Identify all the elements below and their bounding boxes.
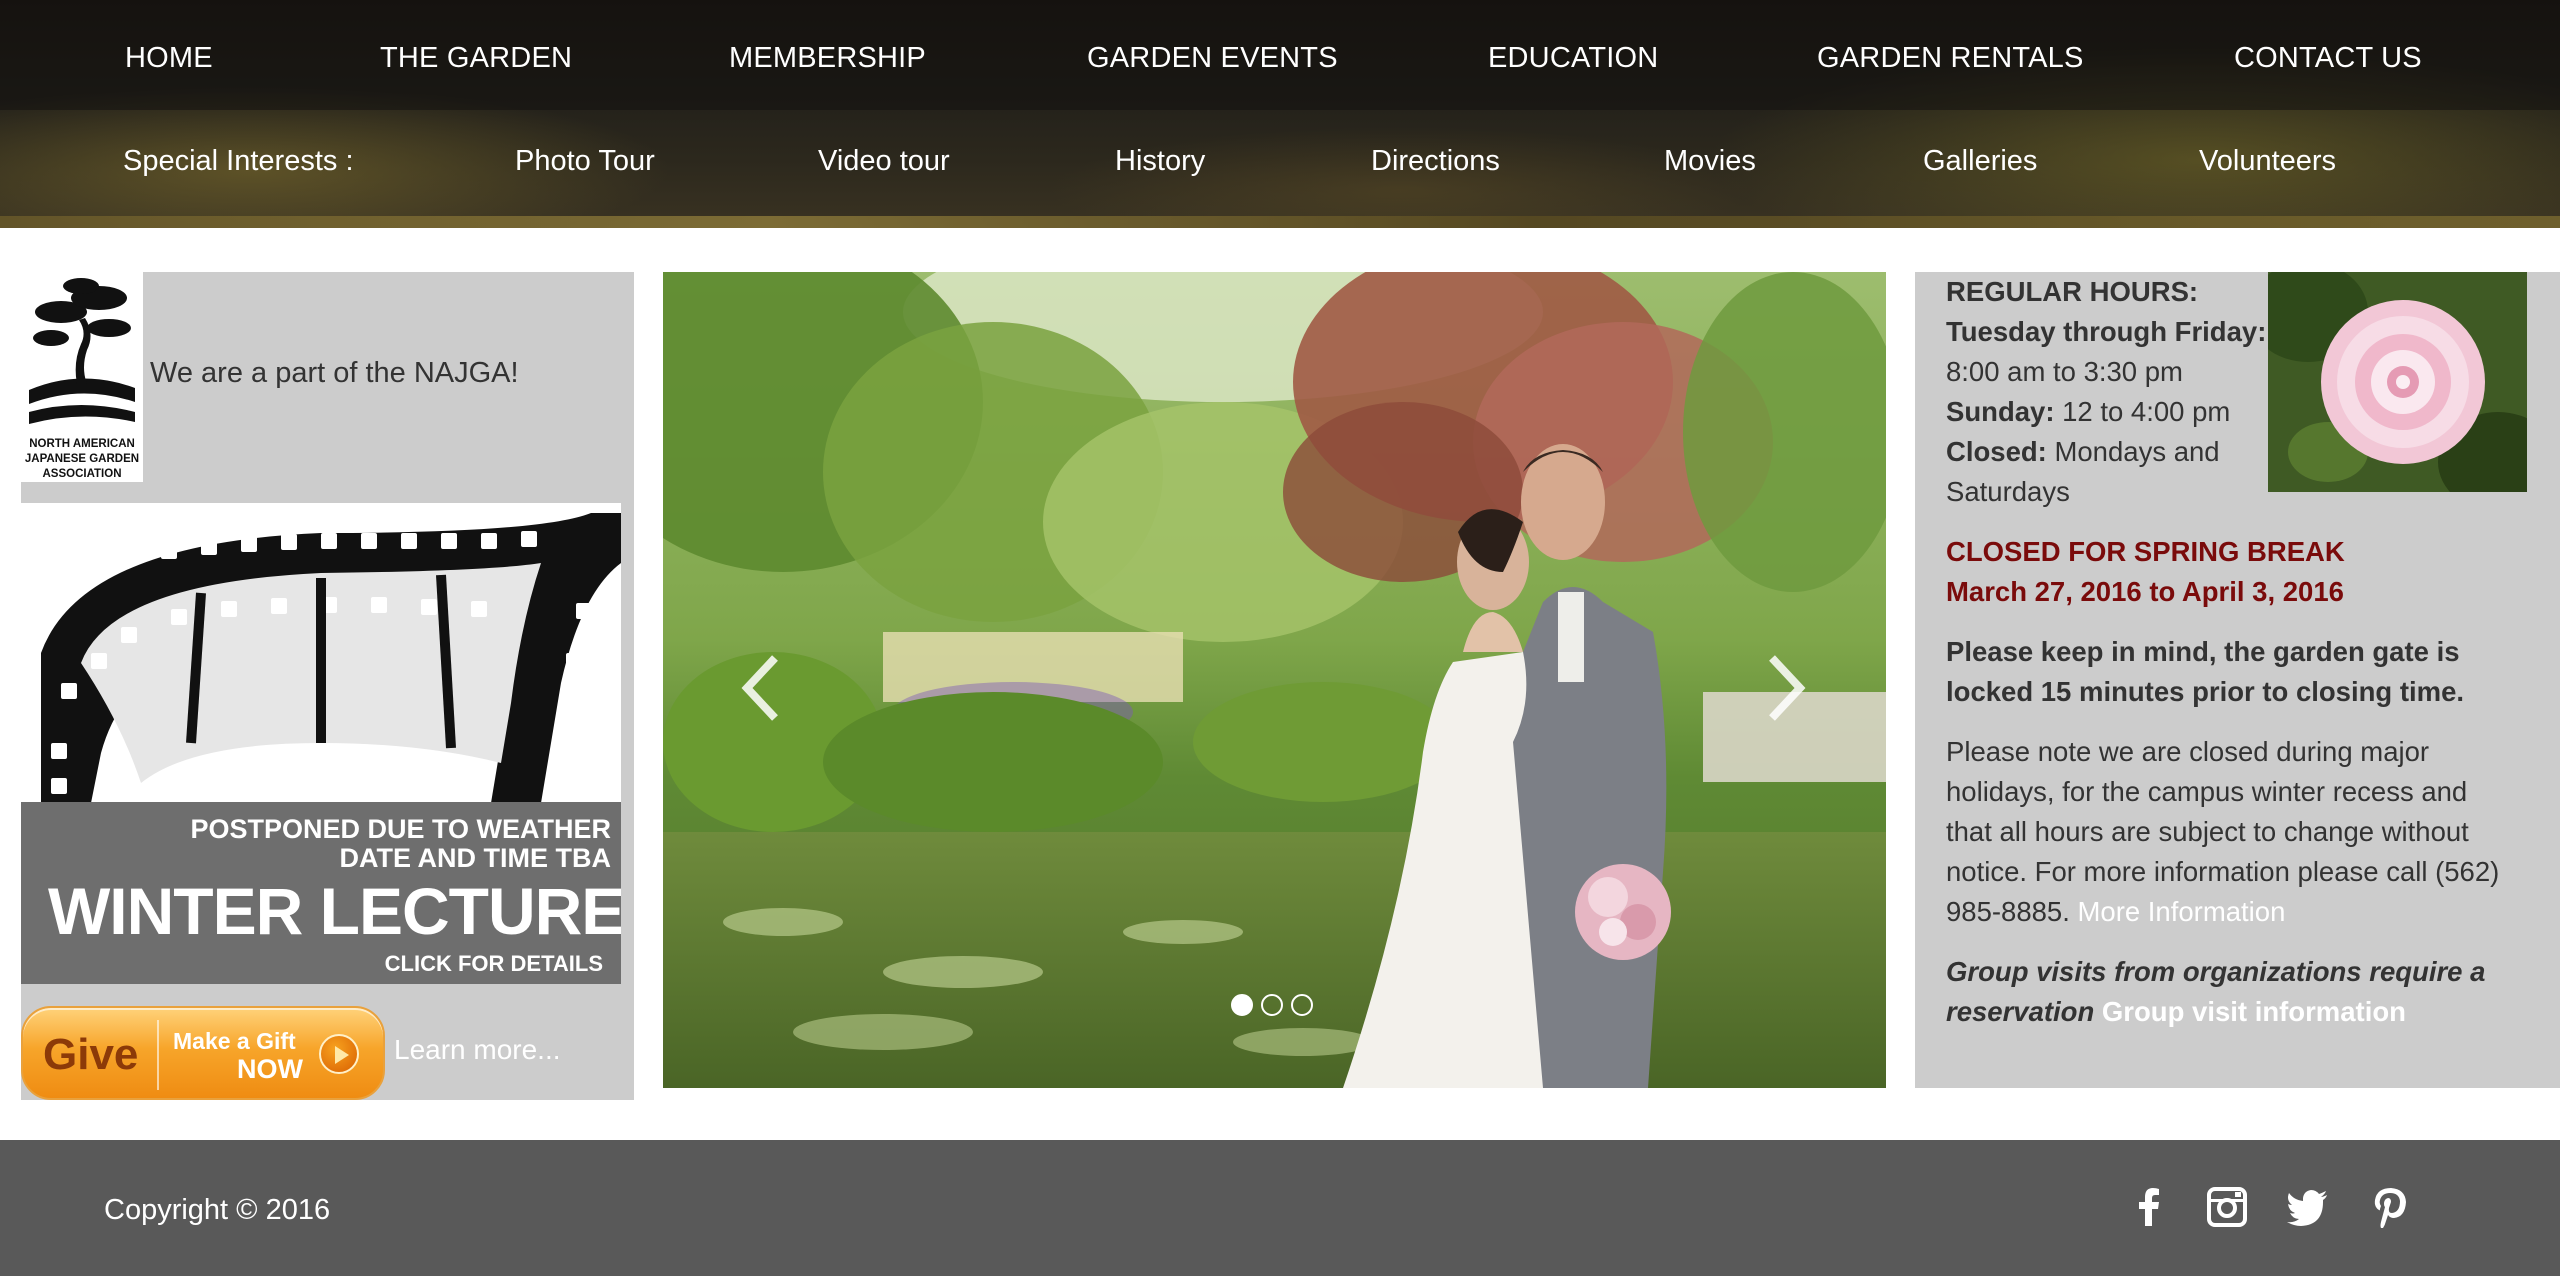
bonsai-tree-icon <box>29 278 135 424</box>
play-arrow-icon <box>319 1034 359 1074</box>
give-label: Give <box>43 1030 139 1079</box>
subnav-photo-tour[interactable]: Photo Tour <box>515 145 655 178</box>
instagram-icon <box>2207 1187 2247 1227</box>
subnav-volunteers[interactable]: Volunteers <box>2199 145 2336 178</box>
facebook-icon <box>2139 1188 2159 1226</box>
more-information-link[interactable]: More Information <box>2070 896 2285 927</box>
pinterest-link[interactable] <box>2367 1184 2413 1230</box>
weekday-label: Tuesday through Friday: <box>1946 316 2267 347</box>
lecture-details-link[interactable]: CLICK FOR DETAILS <box>385 951 603 977</box>
nav-membership[interactable]: MEMBERSHIP <box>729 42 926 75</box>
spring-break-dates: March 27, 2016 to April 3, 2016 <box>1946 576 2344 607</box>
give-gift-button[interactable]: Give Make a Gift NOW <box>21 1006 385 1100</box>
image-carousel[interactable] <box>663 272 1886 1088</box>
nav-garden-events[interactable]: GARDEN EVENTS <box>1087 42 1338 75</box>
nav-contact-us[interactable]: CONTACT US <box>2234 42 2422 75</box>
nav-education[interactable]: EDUCATION <box>1488 42 1658 75</box>
site-header: HOME THE GARDEN MEMBERSHIP GARDEN EVENTS… <box>0 0 2560 228</box>
chevron-right-icon <box>1769 655 1806 721</box>
gate-note-2: locked 15 minutes prior to closing time. <box>1946 676 2465 707</box>
group-visit-link[interactable]: Group visit information <box>2094 996 2406 1027</box>
give-button-divider <box>157 1020 159 1090</box>
subnav-movies[interactable]: Movies <box>1664 145 1756 178</box>
camellia-flower-image <box>2268 272 2527 492</box>
flower-icon <box>2268 272 2527 492</box>
subnav-video-tour[interactable]: Video tour <box>818 145 950 178</box>
winter-lecture-banner[interactable]: POSTPONED DUE TO WEATHER DATE AND TIME T… <box>21 503 621 984</box>
nav-the-garden[interactable]: THE GARDEN <box>380 42 572 75</box>
main-nav: HOME THE GARDEN MEMBERSHIP GARDEN EVENTS… <box>0 0 2560 110</box>
spring-break-title: CLOSED FOR SPRING BREAK <box>1946 536 2345 567</box>
subnav-directions[interactable]: Directions <box>1371 145 1500 178</box>
closed-days: Closed: Mondays and <box>1946 436 2220 467</box>
twitter-icon <box>2287 1190 2327 1226</box>
group-visit-note-2: reservation Group visit information <box>1946 996 2406 1027</box>
facebook-link[interactable] <box>2126 1184 2172 1230</box>
carousel-next-button[interactable] <box>1756 648 1816 728</box>
holiday-note-3: that all hours are subject to change wit… <box>1946 816 2469 847</box>
weekday-hours: 8:00 am to 3:30 pm <box>1946 356 2183 387</box>
pinterest-icon <box>2374 1188 2406 1228</box>
hours-title: REGULAR HOURS: <box>1946 276 2199 307</box>
lecture-date-text: DATE AND TIME TBA <box>339 843 611 873</box>
najga-logo-text: NORTH AMERICAN JAPANESE GARDEN ASSOCIATI… <box>24 438 140 480</box>
holiday-note-1: Please note we are closed during major <box>1946 736 2430 767</box>
najga-membership-text: We are a part of the NAJGA! <box>150 357 519 389</box>
holiday-note-4: notice. For more information please call… <box>1946 856 2500 887</box>
subnav-galleries[interactable]: Galleries <box>1923 145 2037 178</box>
learn-more-link[interactable]: Learn more... <box>394 1034 561 1066</box>
copyright-text: Copyright © 2016 <box>104 1194 331 1226</box>
now-label: NOW <box>237 1054 303 1084</box>
hours-sidebar: REGULAR HOURS: Tuesday through Friday: 8… <box>1915 272 2560 1088</box>
gate-note-1: Please keep in mind, the garden gate is <box>1946 636 2460 667</box>
left-sidebar: NORTH AMERICAN JAPANESE GARDEN ASSOCIATI… <box>21 272 634 1100</box>
najga-logo[interactable]: NORTH AMERICAN JAPANESE GARDEN ASSOCIATI… <box>21 272 143 482</box>
twitter-link[interactable] <box>2285 1184 2331 1230</box>
carousel-dot-2[interactable] <box>1261 994 1283 1016</box>
closed-days-cont: Saturdays <box>1946 476 2070 507</box>
sunday-hours: Sunday: 12 to 4:00 pm <box>1946 396 2231 427</box>
make-gift-label: Make a Gift <box>173 1028 296 1054</box>
carousel-slide-image <box>663 272 1886 1088</box>
nav-home[interactable]: HOME <box>125 42 213 75</box>
lecture-title: WINTER LECTURE <box>48 874 621 948</box>
holiday-note-5: 985-8885. More Information <box>1946 896 2286 927</box>
instagram-link[interactable] <box>2204 1184 2250 1230</box>
group-visit-note-1: Group visits from organizations require … <box>1946 956 2486 987</box>
subnav-history[interactable]: History <box>1115 145 1205 178</box>
chevron-left-icon <box>741 655 778 721</box>
carousel-prev-button[interactable] <box>731 648 791 728</box>
carousel-dot-3[interactable] <box>1291 994 1313 1016</box>
site-footer: Copyright © 2016 <box>0 1140 2560 1276</box>
carousel-dot-1[interactable] <box>1231 994 1253 1016</box>
nav-garden-rentals[interactable]: GARDEN RENTALS <box>1817 42 2084 75</box>
holiday-note-2: holidays, for the campus winter recess a… <box>1946 776 2468 807</box>
special-interests-heading: Special Interests : <box>123 145 354 177</box>
lecture-postponed-text: POSTPONED DUE TO WEATHER <box>190 814 611 844</box>
